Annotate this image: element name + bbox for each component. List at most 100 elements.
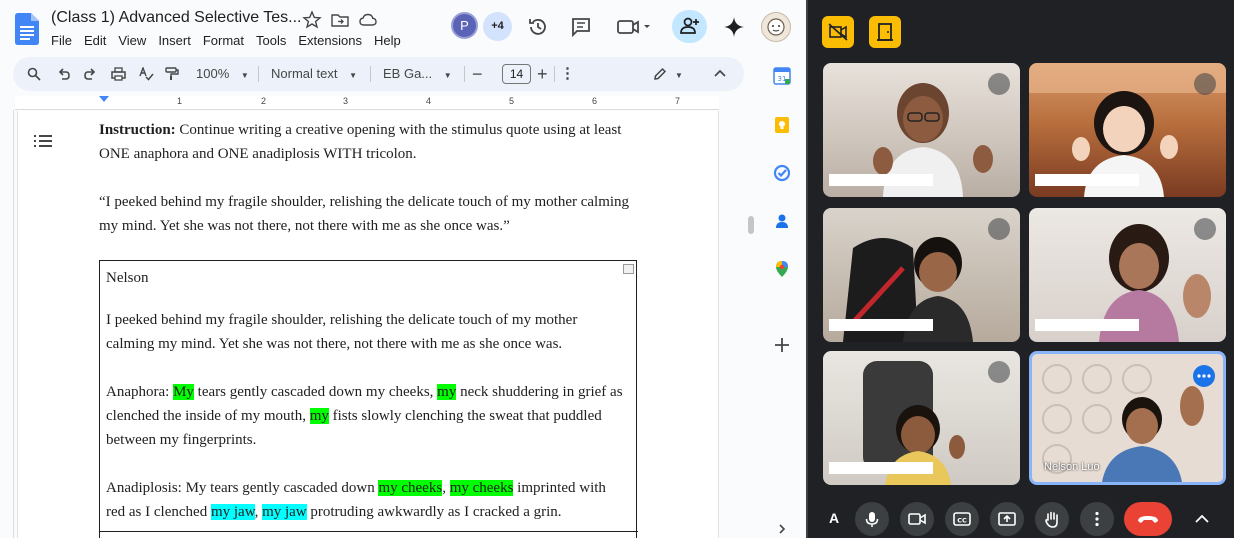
zoom-select[interactable]: 100% ▼ <box>196 57 249 91</box>
chevron-down-icon: ▼ <box>349 71 358 80</box>
paint-roller-icon <box>165 67 179 80</box>
menu-help[interactable]: Help <box>374 33 407 48</box>
more-options-icon[interactable] <box>1193 365 1215 387</box>
vertical-ruler[interactable] <box>0 110 14 538</box>
menu-tools[interactable]: Tools <box>256 33 292 48</box>
ruler-number: 1 <box>177 96 183 106</box>
door-icon <box>877 23 893 41</box>
maps-icon[interactable] <box>773 260 791 278</box>
user-avatar[interactable] <box>761 12 791 42</box>
captions-button[interactable]: CC <box>945 502 979 536</box>
comments-icon[interactable] <box>570 16 592 38</box>
ruler-number: 4 <box>426 96 432 106</box>
chevron-down-icon: ▼ <box>443 71 452 80</box>
more-collaborators-badge[interactable]: +4 <box>483 12 512 41</box>
toolbar-divider <box>370 66 371 82</box>
chevron-up-icon[interactable] <box>1194 511 1210 527</box>
menu-file[interactable]: File <box>51 33 78 48</box>
font-value: EB Ga... <box>383 66 433 81</box>
version-history-icon[interactable] <box>527 16 549 38</box>
hang-up-icon <box>1138 516 1158 523</box>
captions-icon: CC <box>953 512 971 526</box>
share-button[interactable] <box>672 10 707 43</box>
collaborator-avatar[interactable]: P <box>451 12 478 39</box>
move-folder-icon[interactable] <box>330 10 350 30</box>
present-screen-button[interactable] <box>990 502 1024 536</box>
table-row-divider <box>100 531 638 532</box>
raise-hand-button[interactable] <box>1035 502 1069 536</box>
cloud-status-icon[interactable] <box>358 10 378 30</box>
anadiplosis-text: , <box>254 504 263 520</box>
toolbar-divider <box>554 66 555 82</box>
more-vert-icon <box>1095 511 1099 527</box>
increase-font-size-button[interactable]: + <box>537 57 548 91</box>
indent-marker-icon[interactable] <box>99 96 109 104</box>
document-outline-icon[interactable] <box>34 133 52 149</box>
menu-view[interactable]: View <box>118 33 152 48</box>
microphone-button[interactable] <box>855 502 889 536</box>
ruler-number: 2 <box>261 96 267 106</box>
anaphora-paragraph: Anaphora: My tears gently cascaded down … <box>106 380 626 452</box>
contacts-icon[interactable] <box>773 212 791 230</box>
more-options-icon[interactable]: ⋮ <box>560 57 575 91</box>
participant-tile[interactable] <box>823 351 1020 485</box>
decrease-font-size-button[interactable]: − <box>472 57 483 91</box>
meet-video-icon[interactable] <box>616 17 654 37</box>
menu-edit[interactable]: Edit <box>84 33 112 48</box>
no-camera-indicator-button[interactable] <box>822 16 854 48</box>
tasks-icon[interactable] <box>773 164 791 182</box>
menu-extensions[interactable]: Extensions <box>298 33 368 48</box>
present-icon <box>998 512 1016 526</box>
highlighted-phrase: my cheeks <box>378 480 443 496</box>
font-size-input[interactable]: 14 <box>502 64 531 84</box>
participant-tile[interactable] <box>823 208 1020 342</box>
participant-tile[interactable] <box>823 63 1020 197</box>
gemini-sparkle-icon[interactable] <box>723 16 745 38</box>
caption-font-button[interactable]: A <box>829 510 839 526</box>
document-title[interactable]: (Class 1) Advanced Selective Tes... <box>51 9 302 27</box>
ruler-number: 7 <box>675 96 681 106</box>
door-leave-button[interactable] <box>869 16 901 48</box>
participant-tile[interactable] <box>1029 208 1226 342</box>
participant-name-redacted <box>829 319 933 331</box>
docs-logo-icon[interactable] <box>15 13 39 45</box>
leave-call-button[interactable] <box>1124 502 1172 536</box>
calendar-icon[interactable]: 31 <box>773 67 791 85</box>
font-select[interactable]: EB Ga... ▼ <box>383 57 452 91</box>
hand-icon <box>1045 511 1058 528</box>
self-view-tile[interactable]: Nelson Luo <box>1029 351 1226 485</box>
mic-muted-icon <box>1194 73 1216 95</box>
student-paragraph: I peeked behind my fragile shoulder, rel… <box>106 312 578 352</box>
microphone-icon <box>865 512 879 527</box>
student-name: Nelson <box>106 270 149 286</box>
menu-format[interactable]: Format <box>203 33 250 48</box>
keep-icon[interactable] <box>773 116 791 134</box>
mic-muted-icon <box>988 218 1010 240</box>
menu-insert[interactable]: Insert <box>158 33 197 48</box>
participant-name-redacted <box>1035 319 1139 331</box>
expand-panel-icon[interactable] <box>777 522 787 536</box>
instruction-label: Instruction: <box>99 122 176 138</box>
star-icon[interactable] <box>302 10 322 30</box>
docs-window: (Class 1) Advanced Selective Tes... File… <box>0 0 806 538</box>
style-value: Normal text <box>271 66 338 81</box>
editing-mode-button[interactable]: ▼ <box>653 57 683 91</box>
ruler-number: 6 <box>592 96 598 106</box>
highlighted-phrase: my jaw <box>210 504 255 520</box>
video-off-icon <box>828 23 848 41</box>
style-select[interactable]: Normal text ▼ <box>271 57 357 91</box>
highlighted-word: My <box>173 384 194 400</box>
participant-tile[interactable] <box>1029 63 1226 197</box>
anadiplosis-text: , <box>442 480 450 496</box>
camera-button[interactable] <box>900 502 934 536</box>
add-addon-icon[interactable] <box>773 336 791 354</box>
zoom-value: 100% <box>196 66 230 81</box>
more-options-button[interactable] <box>1080 502 1114 536</box>
chevron-up-icon <box>714 69 726 77</box>
formatting-toolbar: 100% ▼ Normal text ▼ EB Ga... ▼ − 14 + ⋮… <box>13 57 744 91</box>
horizontal-ruler[interactable]: 1 2 3 4 5 6 7 <box>15 96 719 110</box>
participant-name-redacted <box>829 174 933 186</box>
response-table-cell[interactable]: Nelson I peeked behind my fragile should… <box>99 260 638 538</box>
vertical-scrollbar[interactable] <box>748 216 754 234</box>
anadiplosis-text: protruding awkwardly as I cracked a grin… <box>306 504 562 520</box>
